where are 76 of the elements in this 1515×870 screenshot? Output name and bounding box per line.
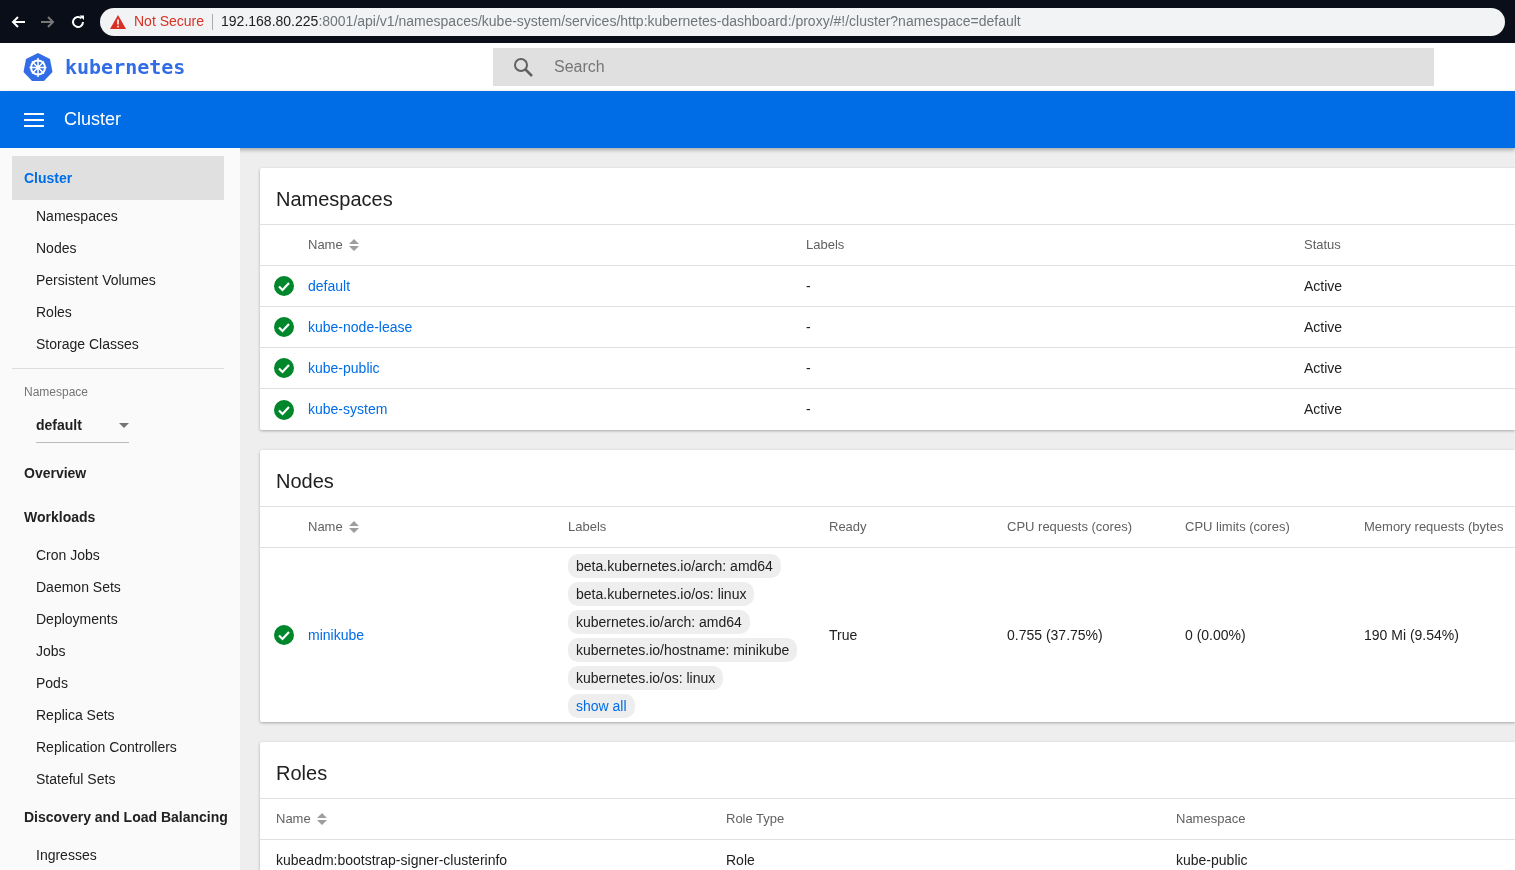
card-title: Roles — [276, 762, 328, 784]
nav-item[interactable]: Storage Classes — [12, 328, 224, 360]
name-link[interactable]: minikube — [308, 626, 365, 643]
table-cell: 190 Mi (9.54%) — [1364, 626, 1459, 643]
sort-icon[interactable] — [348, 238, 359, 252]
table-cell: kube-public — [1176, 852, 1248, 868]
table-cell: Role — [726, 852, 755, 868]
name-link[interactable]: kube-public — [308, 359, 380, 376]
column-header[interactable]: Name — [308, 236, 806, 254]
sort-icon[interactable] — [348, 520, 359, 534]
nav-item[interactable]: Replication Controllers — [12, 731, 224, 763]
caret-icon — [119, 423, 129, 428]
namespace-label: Namespace — [24, 384, 90, 401]
table-cell: Active — [1304, 277, 1343, 294]
sort-icon[interactable] — [316, 812, 327, 826]
page-title: Cluster — [64, 108, 121, 131]
column-header: CPU limits (cores) — [1185, 518, 1291, 536]
logo-text: kubernetes — [65, 54, 186, 81]
table-cell: - — [806, 277, 811, 294]
column-header[interactable]: Name — [276, 810, 726, 828]
table-cell: - — [806, 318, 811, 335]
label-chip: beta.kubernetes.io/os: linux — [568, 582, 755, 606]
address-bar[interactable]: Not Secure 192.168.80.225:8001/api/v1/namespaces/kube-system/services/http:kubernetes-dashboard:/proxy/#!/cluster?namespace=default — [100, 7, 1505, 36]
table-cell: Active — [1304, 401, 1343, 417]
column-header: Status — [1304, 236, 1342, 254]
namespace-dropdown[interactable]: default — [36, 415, 129, 443]
table-cell: True — [829, 626, 858, 643]
menu-button[interactable] — [24, 112, 44, 127]
table-cell: 0.755 (37.75%) — [1007, 626, 1103, 643]
label-chip: kubernetes.io/arch: amd64 — [568, 610, 750, 634]
column-header: Labels — [568, 518, 608, 536]
nav-item[interactable]: Roles — [12, 296, 224, 328]
card-title: Namespaces — [276, 188, 393, 210]
column-header: Ready — [829, 518, 868, 536]
table-cell: - — [806, 359, 811, 376]
nav-item[interactable]: Deployments — [12, 603, 224, 635]
security-warning: Not Secure — [134, 12, 205, 31]
column-header: Labels — [806, 236, 846, 254]
table-cell: 0 (0.00%) — [1185, 626, 1246, 643]
nav-item[interactable]: Jobs — [12, 635, 224, 667]
reload-button[interactable] — [70, 13, 86, 30]
table-cell: - — [806, 401, 811, 417]
nav-item[interactable]: Ingresses — [12, 839, 224, 870]
name-link[interactable]: default — [308, 277, 351, 294]
column-header[interactable]: Name — [308, 518, 568, 536]
column-header: Memory requests (bytes — [1364, 518, 1505, 536]
url-path: :8001/api/v1/namespaces/kube-system/services/http:kubernetes-dashboard:/proxy/#!/cluster?namespace=default — [318, 12, 1021, 31]
nav-item[interactable]: Pods — [12, 667, 224, 699]
table-cell: Active — [1304, 359, 1343, 376]
show-all-button[interactable]: show all — [568, 694, 635, 718]
nav-item[interactable]: Replica Sets — [12, 699, 224, 731]
nav-section-item[interactable]: Overview — [12, 451, 224, 495]
card-title: Nodes — [276, 470, 334, 492]
nav-section-item[interactable]: Cluster — [12, 156, 224, 200]
url-host: 192.168.80.225 — [221, 12, 319, 31]
column-header: Role Type — [726, 810, 786, 828]
column-header: Namespace — [1176, 810, 1247, 828]
name-link[interactable]: kube-system — [308, 401, 388, 417]
nav-item[interactable]: Daemon Sets — [12, 571, 224, 603]
table-cell: Active — [1304, 318, 1343, 335]
nav-item[interactable]: Persistent Volumes — [12, 264, 224, 296]
column-header: CPU requests (cores) — [1007, 518, 1133, 536]
search-field[interactable]: Search — [493, 48, 1434, 86]
label-chip: kubernetes.io/os: linux — [568, 666, 724, 690]
label-chip: beta.kubernetes.io/arch: amd64 — [568, 554, 781, 578]
nav-item[interactable]: Cron Jobs — [12, 539, 224, 571]
name-link[interactable]: kube-node-lease — [308, 318, 413, 335]
nav-item[interactable]: Namespaces — [12, 200, 224, 232]
table-cell: kubeadm:bootstrap-signer-clusterinfo — [276, 852, 508, 868]
nav-item[interactable]: Nodes — [12, 232, 224, 264]
warning-icon — [110, 14, 126, 29]
back-button[interactable] — [10, 13, 26, 30]
nav-item[interactable]: Stateful Sets — [12, 763, 224, 795]
helm-wheel-logo-icon — [23, 52, 53, 82]
nav-section-item[interactable]: Workloads — [12, 495, 224, 539]
label-chip: kubernetes.io/hostname: minikube — [568, 638, 798, 662]
